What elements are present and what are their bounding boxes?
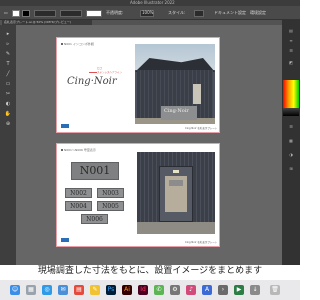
facetime-icon[interactable]: ▶: [234, 285, 244, 295]
footer-logo: [61, 124, 69, 128]
type-tool-icon[interactable]: T: [4, 61, 12, 67]
artboard-2-header-text: N001〜N006 号室表示: [64, 148, 96, 152]
variable-width-field[interactable]: [86, 10, 102, 17]
entrance-plaque: [169, 180, 183, 186]
logo-mockup: ロゴ ステンレスヘアライン Cing·Noir: [67, 66, 127, 96]
safari-icon[interactable]: ◎: [42, 285, 52, 295]
document-setup-button[interactable]: ドキュメント設定: [214, 9, 246, 17]
notes-icon[interactable]: ✎: [90, 285, 100, 295]
artboard-1-header-text: N001 インコンポ外観: [64, 42, 94, 46]
libraries-panel-icon[interactable]: ☰: [287, 48, 295, 53]
room-plate-n006: N006: [81, 214, 108, 224]
appstore-icon[interactable]: A: [202, 285, 212, 295]
logo-text: Cing·Noir: [67, 76, 117, 87]
bullet-icon: [61, 149, 63, 151]
properties-panel-icon[interactable]: ▤: [287, 28, 295, 33]
room-plate-n002: N002: [65, 188, 92, 198]
stroke-swatch[interactable]: [22, 10, 30, 17]
stroke-panel-icon[interactable]: ☰: [287, 124, 295, 129]
room-plate-n005: N005: [97, 201, 124, 211]
artboard-2-footer: Cing Noir 名札表示プレート: [185, 241, 218, 244]
canvas[interactable]: N001 インコンポ外観 ロゴ ステンレスヘアライン Cing·Noir Cin…: [16, 25, 282, 265]
transparency-panel-icon[interactable]: ◑: [287, 152, 295, 157]
opacity-label: 不透明度:: [106, 10, 124, 15]
artboard-1-footer: Cing Noir 名札表示プレート: [185, 127, 218, 130]
pen-tool-icon[interactable]: ✎: [4, 51, 12, 57]
launchpad-icon[interactable]: ▦: [26, 285, 36, 295]
photo-door: [193, 84, 201, 104]
room-plate-n003: N003: [97, 188, 124, 198]
entrance-photo: [137, 152, 215, 234]
downloads-icon[interactable]: ↓: [250, 285, 260, 295]
dock: ☺ ▦ ◎ ✉ ▤ ✎ Ps Ai Id ✆ ⚙ ♪ A › ▶ ↓ 🗑: [0, 280, 300, 300]
direct-selection-tool-icon[interactable]: ▹: [4, 41, 12, 47]
control-bar: ▭ 不透明度: 100% スタイル: ドキュメント設定 環境設定: [0, 6, 300, 20]
video-subtitle: 現場調査した寸法をもとに、設置イメージをまとめます: [0, 265, 300, 277]
bullet-icon: [61, 43, 63, 45]
style-label: スタイル:: [168, 10, 186, 15]
sign-text: Cing·Noir: [164, 108, 189, 114]
settings-icon[interactable]: ⚙: [170, 285, 180, 295]
brush-definition-field[interactable]: [60, 10, 82, 17]
entrance-light: [173, 170, 179, 173]
align-panel-icon[interactable]: ⊞: [287, 166, 295, 171]
mail-icon[interactable]: ✉: [58, 285, 68, 295]
color-spectrum[interactable]: [283, 80, 299, 108]
room-plate-n004: N004: [65, 201, 92, 211]
music-icon[interactable]: ♪: [186, 285, 196, 295]
finder-icon[interactable]: ☺: [10, 285, 20, 295]
artboard-2[interactable]: N001〜N006 号室表示 N001 N002 N003 N004 N005 …: [56, 143, 220, 247]
calendar-icon[interactable]: ▤: [74, 285, 84, 295]
right-panels: ▤ ≡ ☰ ◩ ☰ ▦ ◑ ⊞: [282, 20, 300, 265]
messages-icon[interactable]: ✆: [154, 285, 164, 295]
hand-tool-icon[interactable]: ✋: [4, 111, 12, 117]
logo-note-2: ステンレスヘアライン: [97, 71, 122, 74]
indesign-icon[interactable]: Id: [138, 285, 148, 295]
terminal-icon[interactable]: ›: [218, 285, 228, 295]
gradient-tool-icon[interactable]: ◐: [4, 101, 12, 107]
artboard-2-header: N001〜N006 号室表示: [61, 148, 96, 152]
color-spectrum-shade[interactable]: [283, 108, 299, 116]
photoshop-icon[interactable]: Ps: [106, 285, 116, 295]
layers-panel-icon[interactable]: ≡: [287, 38, 295, 43]
stroke-weight-field[interactable]: [34, 10, 56, 17]
line-tool-icon[interactable]: ╱: [4, 71, 12, 77]
artboard-1-header: N001 インコンポ外観: [61, 42, 94, 46]
building-exterior-photo: Cing·Noir: [135, 44, 215, 124]
room-plate-n001: N001: [71, 162, 119, 180]
style-picker[interactable]: [194, 10, 204, 17]
swatches-panel-icon[interactable]: ▦: [287, 138, 295, 143]
tools-panel: ▸ ▹ ✎ T ╱ ▭ ✂ ◐ ✋ ⊕: [0, 25, 16, 265]
footer-logo: [61, 238, 69, 242]
fill-swatch[interactable]: [12, 10, 20, 17]
entrance-gravel: [137, 222, 215, 234]
illustrator-icon[interactable]: Ai: [122, 285, 132, 295]
selection-status-icon: ▭: [4, 10, 8, 15]
rectangle-tool-icon[interactable]: ▭: [4, 81, 12, 87]
scissors-tool-icon[interactable]: ✂: [4, 91, 12, 97]
artboard-1[interactable]: N001 インコンポ外観 ロゴ ステンレスヘアライン Cing·Noir Cin…: [56, 37, 220, 133]
selection-tool-icon[interactable]: ▸: [4, 31, 12, 37]
preferences-button[interactable]: 環境設定: [250, 9, 266, 17]
color-panel-icon[interactable]: ◩: [287, 60, 295, 65]
trash-icon[interactable]: 🗑: [270, 285, 280, 295]
opacity-value: 100%: [142, 10, 154, 15]
zoom-tool-icon[interactable]: ⊕: [4, 121, 12, 127]
sign-mockup: Cing·Noir: [161, 106, 197, 120]
leader-line: [89, 72, 97, 73]
